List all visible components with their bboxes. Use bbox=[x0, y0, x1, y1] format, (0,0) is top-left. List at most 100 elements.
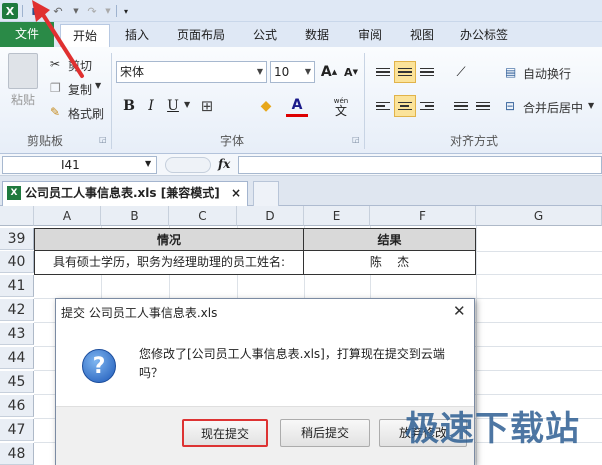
align-left-icon[interactable] bbox=[372, 95, 394, 117]
clipboard-launcher-icon[interactable]: ◲ bbox=[99, 135, 107, 144]
row-header-45[interactable]: 45 bbox=[0, 371, 34, 393]
select-all-corner[interactable] bbox=[0, 206, 34, 226]
copy-dropdown-icon[interactable]: ▼ bbox=[95, 81, 101, 90]
formula-input[interactable] bbox=[238, 156, 602, 174]
alignment-group-label: 对齐方式 bbox=[450, 134, 499, 148]
column-header-e[interactable]: E bbox=[304, 206, 370, 226]
phonetic-guide-icon[interactable]: wén 文 bbox=[328, 97, 354, 118]
row-header-48[interactable]: 48 bbox=[0, 443, 34, 465]
row-header-43[interactable]: 43 bbox=[0, 323, 34, 345]
orientation-icon[interactable]: ⟋ bbox=[450, 61, 472, 83]
cell-value[interactable]: 陈 杰 bbox=[303, 250, 476, 275]
shrink-font-icon[interactable]: A ▼ bbox=[340, 61, 362, 83]
annotation-arrow-icon bbox=[32, 0, 84, 78]
close-icon[interactable]: ✕ bbox=[453, 302, 466, 320]
row-header-47[interactable]: 47 bbox=[0, 419, 34, 441]
ribbon: 粘贴 ✂ 剪切 ❐ 复制 ▼ ✎ 格式刷 剪贴板 ◲ 宋体 ▼ 10 ▼ A ▲ … bbox=[0, 47, 602, 154]
name-box-dropdown-icon[interactable]: ▼ bbox=[145, 159, 151, 168]
increase-indent-icon[interactable] bbox=[472, 95, 494, 117]
close-icon[interactable]: × bbox=[231, 182, 241, 204]
copy-button[interactable]: 复制 bbox=[68, 81, 92, 98]
quick-access-toolbar: X ▪ ↶ ▼ ↷ ▼ ▾ bbox=[0, 0, 602, 22]
formula-bar: I41 ▼ fx bbox=[0, 154, 602, 176]
phonetic-char: 文 bbox=[334, 104, 347, 118]
formula-bar-handle[interactable] bbox=[165, 157, 211, 173]
chevron-down-icon: ▼ bbox=[256, 67, 263, 76]
underline-dropdown-icon[interactable]: ▼ bbox=[184, 100, 190, 109]
italic-button[interactable]: I bbox=[140, 95, 162, 117]
redo-dropdown-icon[interactable]: ▼ bbox=[100, 3, 116, 19]
group-separator bbox=[364, 53, 365, 149]
format-painter-icon[interactable]: ✎ bbox=[50, 105, 60, 119]
ribbon-tabs: 文件 开始 插入 页面布局 公式 数据 审阅 视图 办公标签 bbox=[0, 22, 602, 47]
decrease-indent-icon[interactable] bbox=[450, 95, 472, 117]
dialog-title: 提交 公司员工人事信息表.xls bbox=[61, 306, 218, 320]
row-header-46[interactable]: 46 bbox=[0, 395, 34, 417]
insert-function-icon[interactable]: fx bbox=[218, 157, 230, 171]
column-header-a[interactable]: A bbox=[34, 206, 101, 226]
tab-data[interactable]: 数据 bbox=[297, 24, 337, 47]
borders-icon[interactable]: ⊞ bbox=[196, 95, 218, 117]
document-tab[interactable]: X 公司员工人事信息表.xls [兼容模式] × bbox=[2, 181, 248, 206]
fill-color-icon[interactable]: ◆ bbox=[255, 95, 277, 117]
copy-icon[interactable]: ❐ bbox=[50, 81, 61, 95]
font-group-label: 字体 bbox=[220, 134, 245, 148]
wrap-text-icon[interactable]: ▤ bbox=[505, 65, 516, 79]
chevron-down-icon: ▼ bbox=[304, 67, 311, 76]
tab-insert[interactable]: 插入 bbox=[116, 24, 158, 47]
tab-formulas[interactable]: 公式 bbox=[245, 24, 285, 47]
row-header-40[interactable]: 40 bbox=[0, 251, 34, 273]
column-header-g[interactable]: G bbox=[476, 206, 602, 226]
merge-dropdown-icon[interactable]: ▼ bbox=[588, 101, 594, 110]
grow-font-icon[interactable]: A ▲ bbox=[318, 61, 340, 83]
dialog-message: 您修改了[公司员工人事信息表.xls]，打算现在提交到云端吗？ bbox=[139, 347, 445, 380]
tab-office-tab[interactable]: 办公标签 bbox=[452, 24, 516, 47]
paste-button[interactable]: 粘贴 bbox=[11, 91, 35, 108]
row-header-39[interactable]: 39 bbox=[0, 228, 34, 250]
tab-review[interactable]: 审阅 bbox=[350, 24, 390, 47]
bold-button[interactable]: B bbox=[118, 95, 140, 117]
column-header-d[interactable]: D bbox=[237, 206, 304, 226]
watermark-logo: 极速下载站 bbox=[405, 409, 580, 449]
tab-page-layout[interactable]: 页面布局 bbox=[170, 24, 232, 47]
excel-file-icon: X bbox=[7, 186, 21, 200]
wrap-text-button[interactable]: 自动换行 bbox=[523, 65, 571, 82]
name-box[interactable]: I41 bbox=[2, 156, 157, 174]
underline-button[interactable]: U bbox=[162, 95, 184, 117]
font-launcher-icon[interactable]: ◲ bbox=[352, 135, 360, 144]
column-header-b[interactable]: B bbox=[101, 206, 169, 226]
row-header-42[interactable]: 42 bbox=[0, 299, 34, 321]
font-name-select[interactable]: 宋体 ▼ bbox=[116, 61, 267, 83]
submit-now-button[interactable]: 现在提交 bbox=[182, 419, 268, 447]
column-header-f[interactable]: F bbox=[370, 206, 476, 226]
align-right-icon[interactable] bbox=[416, 95, 438, 117]
merge-center-icon[interactable]: ⊟ bbox=[505, 99, 515, 113]
align-center-icon[interactable] bbox=[394, 95, 416, 117]
customize-icon[interactable]: ▾ bbox=[118, 3, 134, 19]
header-cell-result[interactable]: 结果 bbox=[303, 228, 476, 251]
tab-view[interactable]: 视图 bbox=[402, 24, 442, 47]
merge-center-button[interactable]: 合并后居中 bbox=[523, 99, 583, 116]
document-tab-label: 公司员工人事信息表.xls [兼容模式] bbox=[25, 186, 220, 200]
font-size-select[interactable]: 10 ▼ bbox=[270, 61, 315, 83]
toolbar-separator bbox=[116, 5, 117, 17]
group-separator bbox=[111, 53, 112, 149]
document-tab-bar: X 公司员工人事信息表.xls [兼容模式] × bbox=[0, 176, 602, 206]
cell-label[interactable]: 具有硕士学历，职务为经理助理的员工姓名: bbox=[34, 250, 304, 275]
font-color-icon[interactable]: A bbox=[286, 95, 308, 117]
column-header-c[interactable]: C bbox=[169, 206, 237, 226]
align-top-icon[interactable] bbox=[372, 61, 394, 83]
clipboard-group-label: 剪贴板 bbox=[27, 134, 64, 148]
submit-later-button[interactable]: 稍后提交 bbox=[280, 419, 370, 447]
excel-icon[interactable]: X bbox=[2, 3, 18, 19]
row-header-44[interactable]: 44 bbox=[0, 347, 34, 369]
question-icon: ? bbox=[82, 349, 116, 383]
format-painter-button[interactable]: 格式刷 bbox=[68, 105, 104, 122]
new-tab-button[interactable] bbox=[253, 181, 279, 206]
font-size-value: 10 bbox=[274, 65, 290, 79]
align-bottom-icon[interactable] bbox=[416, 61, 438, 83]
row-header-41[interactable]: 41 bbox=[0, 275, 34, 297]
header-cell-situation[interactable]: 情况 bbox=[34, 228, 304, 251]
align-middle-icon[interactable] bbox=[394, 61, 416, 83]
font-name-value: 宋体 bbox=[120, 65, 145, 79]
